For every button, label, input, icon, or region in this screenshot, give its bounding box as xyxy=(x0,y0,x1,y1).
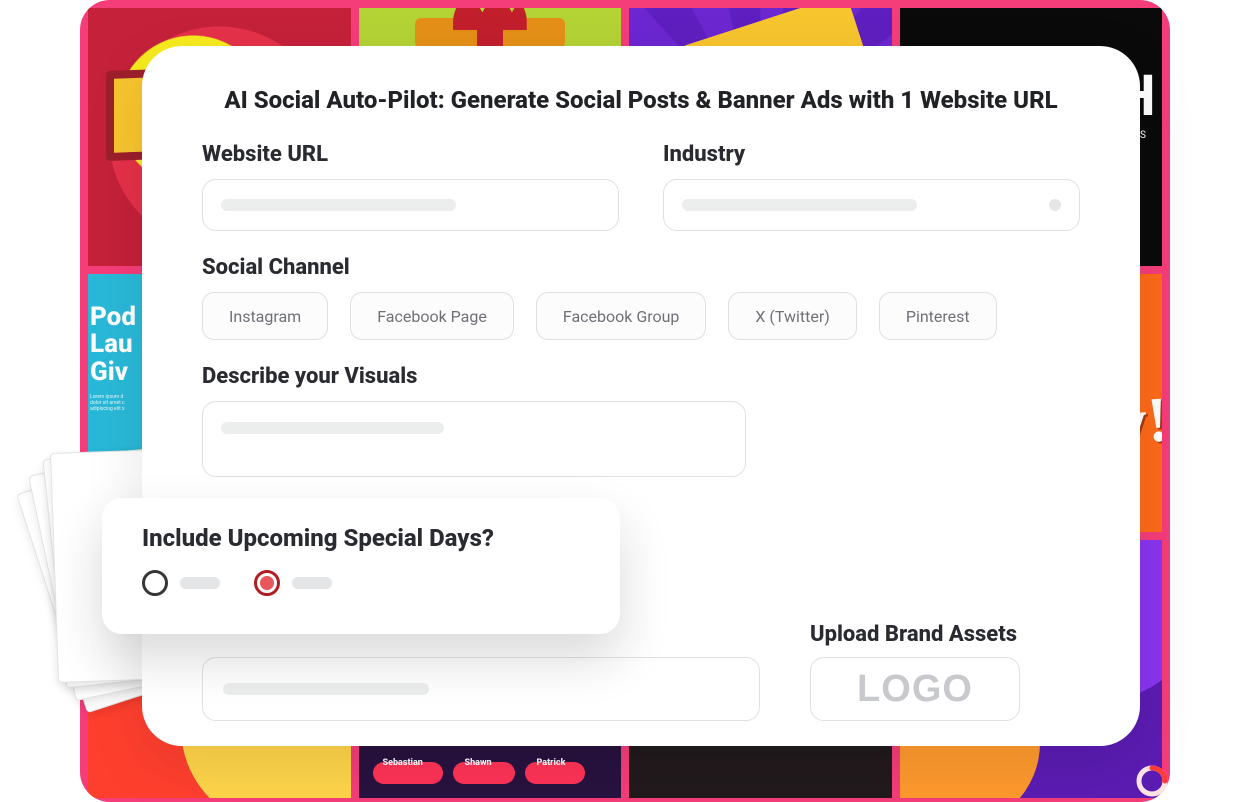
special-days-radio-option-2[interactable] xyxy=(254,570,332,596)
industry-select[interactable] xyxy=(663,179,1080,231)
social-channel-chip-pinterest[interactable]: Pinterest xyxy=(879,292,997,340)
upload-brand-assets-dropzone[interactable]: LOGO xyxy=(810,657,1020,721)
special-days-title: Include Upcoming Special Days? xyxy=(142,524,580,552)
industry-label: Industry xyxy=(663,142,1080,167)
website-url-label: Website URL xyxy=(202,142,619,167)
radio-icon xyxy=(142,570,168,596)
page-title: AI Social Auto-Pilot: Generate Social Po… xyxy=(202,86,1080,114)
radio-label xyxy=(292,577,332,589)
special-days-radio-group xyxy=(142,570,580,596)
social-channel-chip-x-twitter[interactable]: X (Twitter) xyxy=(728,292,856,340)
logo-placeholder-text: LOGO xyxy=(857,668,973,711)
special-days-popover: Include Upcoming Special Days? xyxy=(102,498,620,634)
loading-spinner-icon xyxy=(1135,764,1169,798)
special-days-radio-option-1[interactable] xyxy=(142,570,220,596)
social-channel-chip-facebook-page[interactable]: Facebook Page xyxy=(350,292,514,340)
upload-brand-assets-label: Upload Brand Assets xyxy=(810,622,1017,647)
describe-visuals-label: Describe your Visuals xyxy=(202,364,1080,389)
radio-label xyxy=(180,577,220,589)
chevron-down-icon xyxy=(1049,199,1061,211)
social-channel-chip-facebook-group[interactable]: Facebook Group xyxy=(536,292,707,340)
social-channel-chip-instagram[interactable]: Instagram xyxy=(202,292,328,340)
radio-icon xyxy=(254,570,280,596)
social-channel-label: Social Channel xyxy=(202,255,1080,280)
social-channel-chip-group: Instagram Facebook Page Facebook Group X… xyxy=(202,292,1080,340)
secondary-input[interactable] xyxy=(202,657,760,721)
website-url-input[interactable] xyxy=(202,179,619,231)
describe-visuals-textarea[interactable] xyxy=(202,401,746,477)
ai-autopilot-form-card: AI Social Auto-Pilot: Generate Social Po… xyxy=(142,46,1140,746)
